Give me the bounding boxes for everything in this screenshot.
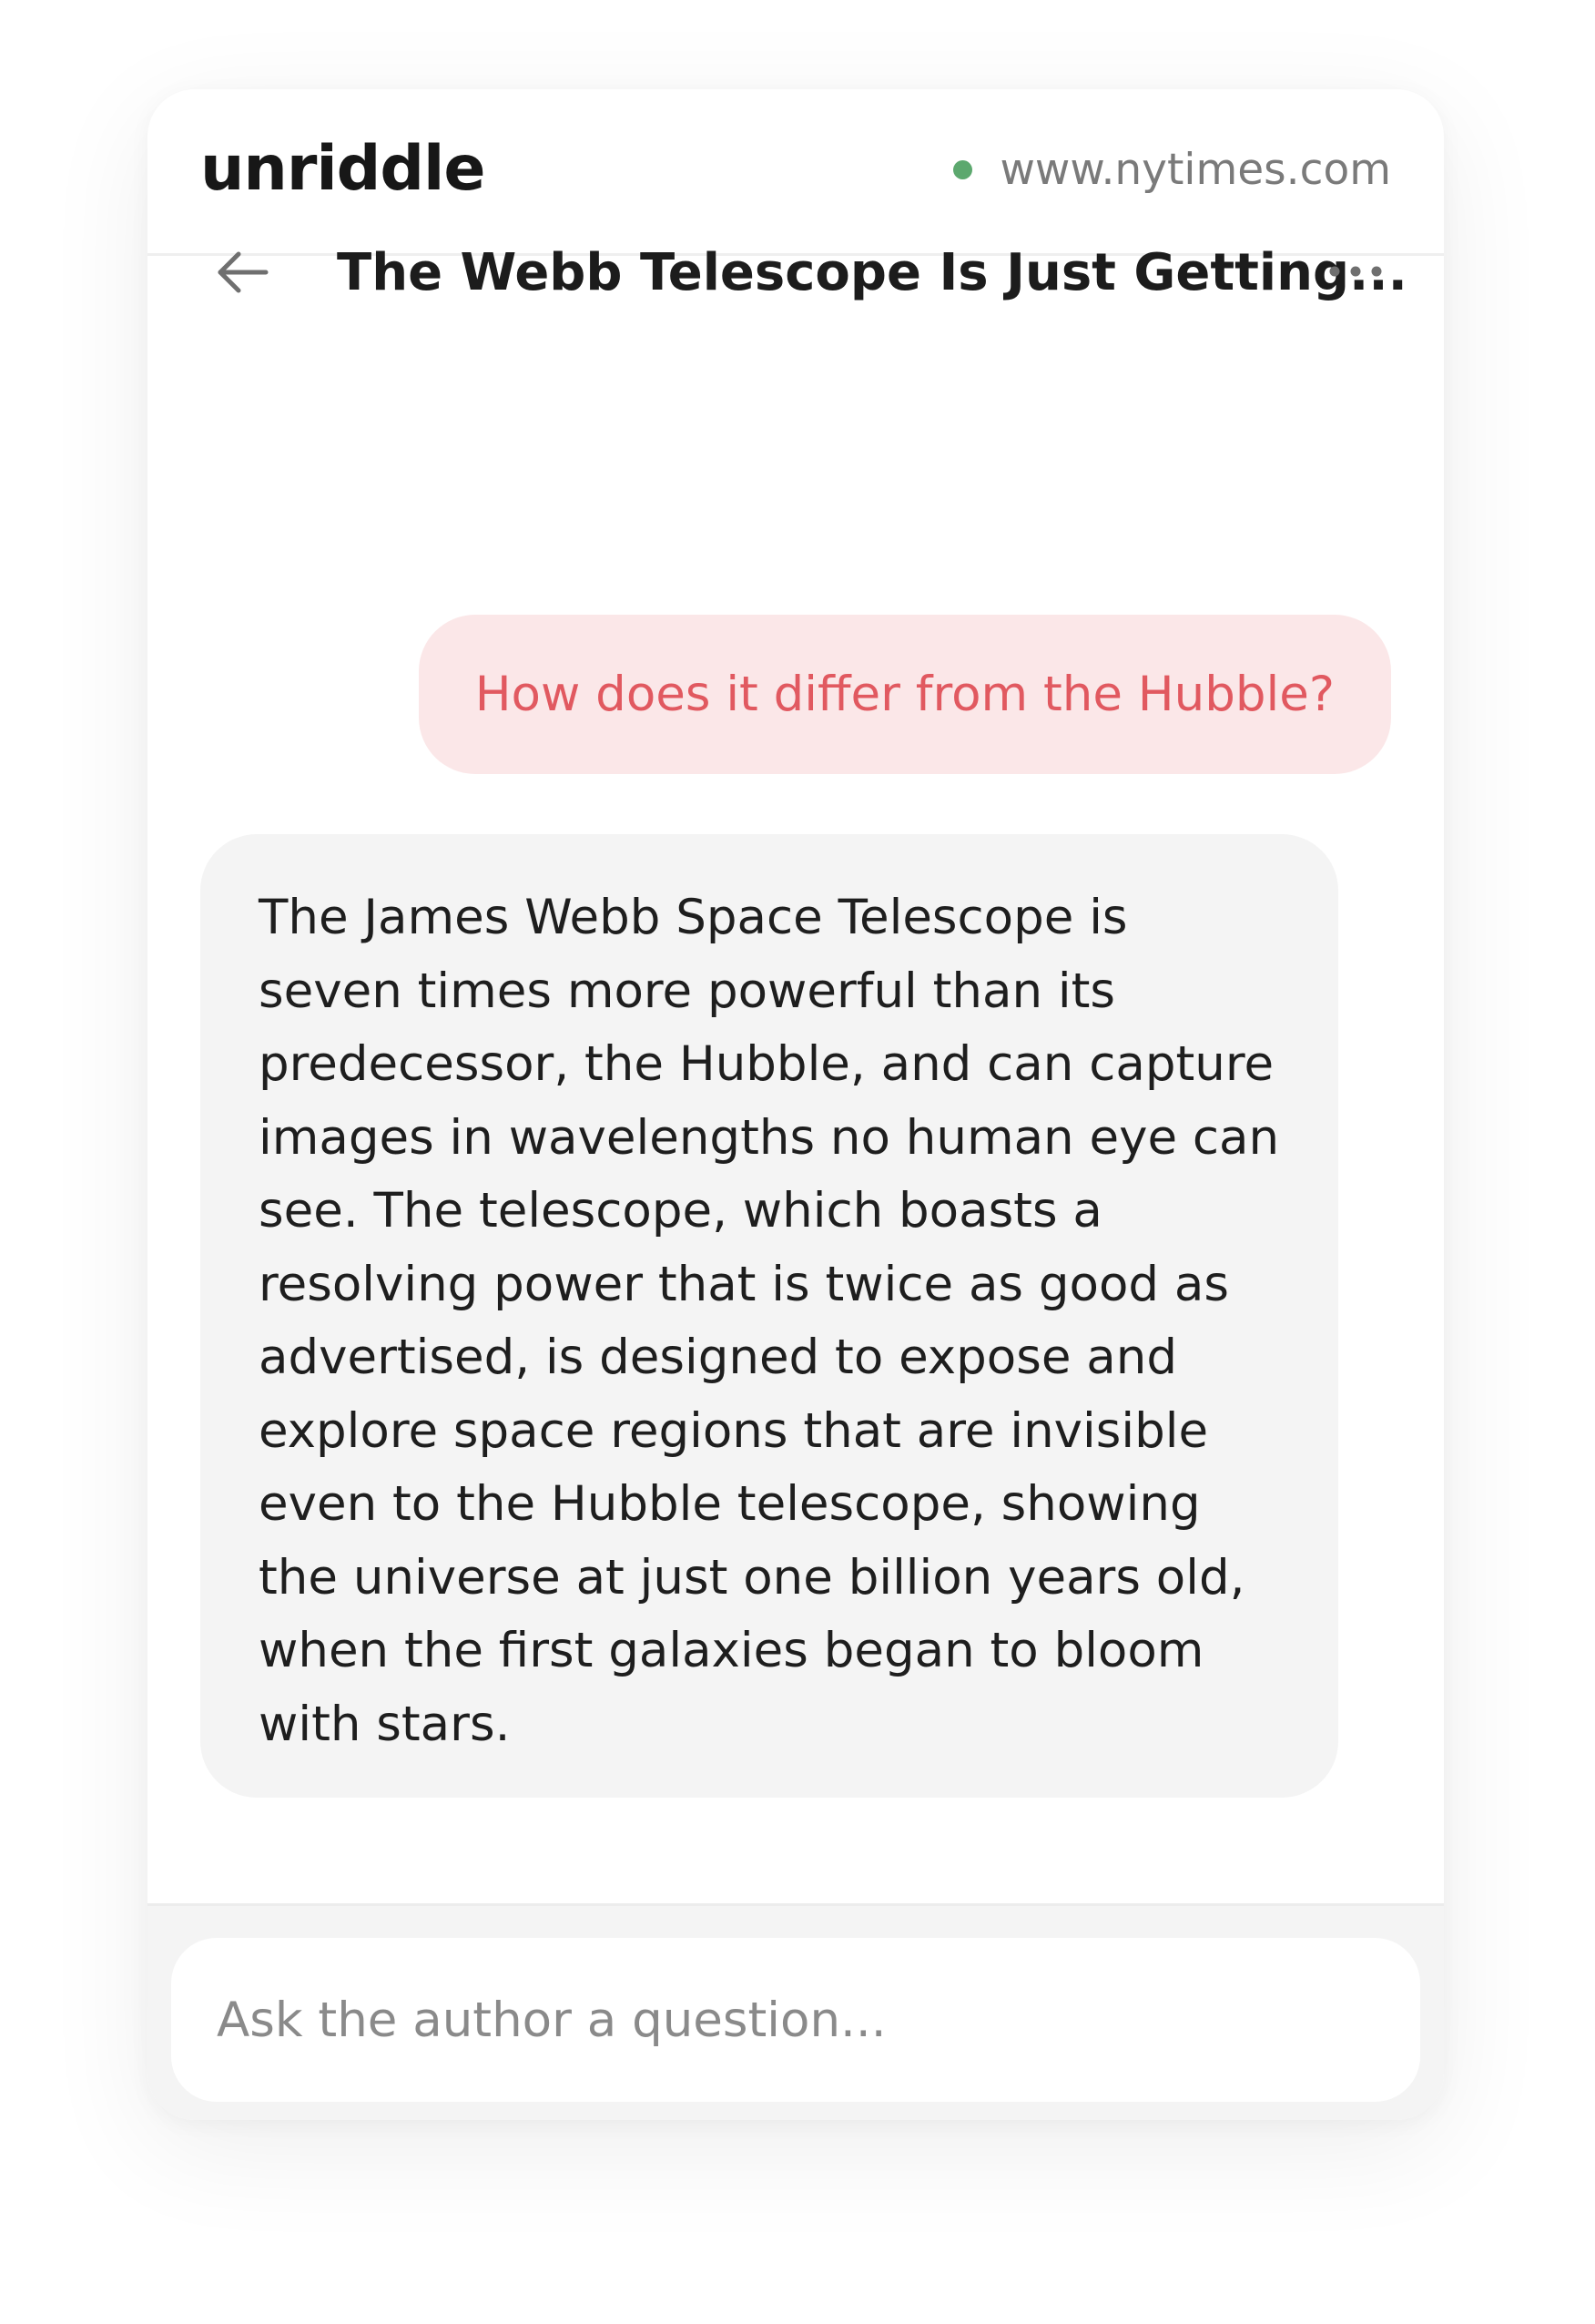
status-dot-icon: [953, 159, 973, 179]
composer-area: [147, 1903, 1444, 2120]
assistant-message-line: the universe at just one billion years o…: [259, 1549, 1245, 1605]
assistant-message-line: even to the Hubble telescope, showing: [259, 1476, 1201, 1532]
assistant-message-line: advertised, is designed to expose and: [259, 1330, 1177, 1385]
arrow-left-icon: [218, 251, 269, 293]
assistant-message-line: with stars.: [259, 1696, 511, 1752]
assistant-message-line: seven times more powerful than its: [259, 963, 1116, 1019]
question-input[interactable]: [171, 1938, 1420, 2102]
app-header: unriddle www.nytimes.com: [147, 89, 1444, 256]
brand-logo: unriddle: [200, 133, 485, 205]
back-button[interactable]: [211, 240, 275, 304]
assistant-message-line: when the first galaxies began to bloom: [259, 1623, 1204, 1678]
article-title: The Webb Telescope Is Just Getting...: [337, 243, 1407, 302]
user-message-bubble: How does it differ from the Hubble?: [418, 615, 1391, 774]
assistant-message-line: images in wavelengths no human eye can: [259, 1109, 1280, 1166]
assistant-message-line: see. The telescope, which boasts a: [259, 1183, 1102, 1238]
site-indicator: www.nytimes.com: [953, 142, 1391, 197]
assistant-message-line: explore space regions that are invisible: [259, 1402, 1209, 1459]
user-message-text: How does it differ from the Hubble?: [474, 667, 1335, 722]
assistant-message-bubble: The James Webb Space Telescope is seven …: [200, 834, 1338, 1798]
assistant-message-line: predecessor, the Hubble, and can capture: [259, 1036, 1275, 1092]
assistant-message-line: resolving power that is twice as good as: [259, 1256, 1229, 1312]
chat-widget: unriddle www.nytimes.com The Webb Telesc…: [147, 89, 1444, 2120]
assistant-message-line: The James Webb Space Telescope is: [259, 890, 1128, 945]
site-url: www.nytimes.com: [1000, 144, 1391, 195]
more-horizontal-icon: [1329, 266, 1382, 277]
more-options-button[interactable]: [1322, 253, 1395, 290]
